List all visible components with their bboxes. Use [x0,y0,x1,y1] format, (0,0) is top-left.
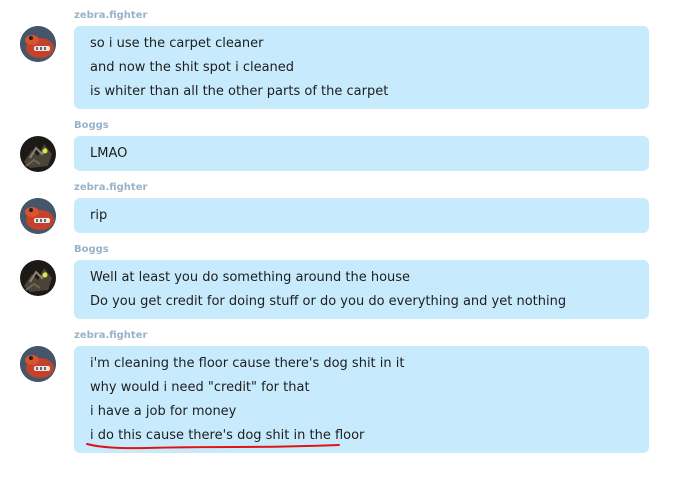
highlighted-text: i do this cause there's dog shit in the … [86,428,364,450]
sender-name[interactable]: Boggs [74,244,109,255]
message-line: and now the shit spot i cleaned [90,60,295,75]
boggs-avatar[interactable] [20,260,56,296]
message-line: rip [90,208,108,223]
message-line: Well at least you do something around th… [90,270,411,285]
message-line: LMAO [90,146,128,161]
message-bubble[interactable]: LMAO [74,136,649,171]
boggs-avatar[interactable] [20,136,56,172]
sender-name[interactable]: zebra.fighter [74,330,147,341]
zebra-avatar[interactable] [20,198,56,234]
message-line: i have a job for money [90,404,237,419]
zebra-avatar[interactable] [20,346,56,382]
sender-name[interactable]: Boggs [74,120,109,131]
message-bubble[interactable]: i'm cleaning the floor cause there's dog… [74,346,649,453]
red-underline-annotation [86,443,340,450]
message-bubble[interactable]: rip [74,198,649,233]
message-line: why would i need "credit" for that [90,380,310,395]
sender-name[interactable]: zebra.fighter [74,182,147,193]
message-bubble[interactable]: so i use the carpet cleaner and now the … [74,26,649,109]
zebra-avatar[interactable] [20,26,56,62]
message-line: so i use the carpet cleaner [90,36,264,51]
message-line: i do this cause there's dog shit in the … [86,428,364,450]
message-bubble[interactable]: Well at least you do something around th… [74,260,649,319]
message-line: Do you get credit for doing stuff or do … [90,294,567,309]
message-line: i'm cleaning the floor cause there's dog… [90,356,405,371]
sender-name[interactable]: zebra.fighter [74,10,147,21]
message-line: is whiter than all the other parts of th… [90,84,389,99]
